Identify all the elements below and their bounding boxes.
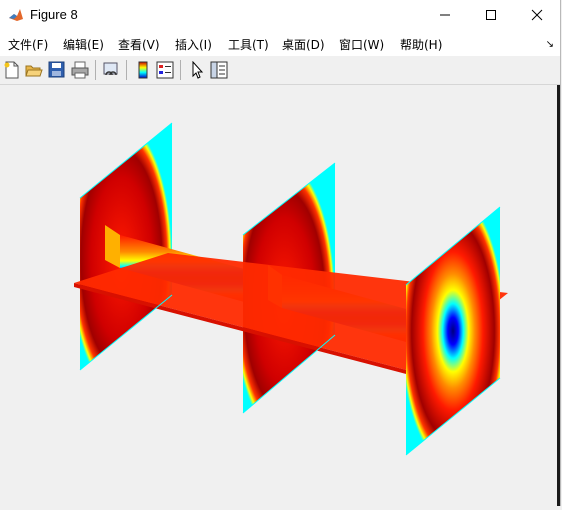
link-plot-icon	[103, 62, 118, 76]
open-file-icon	[25, 65, 43, 77]
window-title: Figure 8	[30, 7, 78, 22]
close-icon	[531, 9, 543, 21]
slice-plot[interactable]	[0, 85, 557, 506]
slice-right	[406, 207, 500, 455]
new-figure-button[interactable]	[1, 59, 23, 81]
figure-window: Figure 8 文件(F) 编辑(E) 查看(V) 插入(I) 工具(T) 桌…	[0, 0, 561, 506]
property-inspector-button[interactable]	[208, 59, 230, 81]
maximize-button[interactable]	[468, 0, 514, 31]
insert-colorbar-button[interactable]	[132, 59, 154, 81]
insert-legend-icon	[156, 61, 174, 79]
toolbar-separator	[126, 60, 127, 80]
maximize-icon	[486, 10, 496, 20]
link-plot-button[interactable]	[100, 59, 122, 81]
print-icon	[71, 61, 89, 79]
menu-bar: 文件(F) 编辑(E) 查看(V) 插入(I) 工具(T) 桌面(D) 窗口(W…	[0, 31, 560, 56]
edit-plot-icon	[192, 61, 204, 79]
matlab-logo-icon	[8, 7, 24, 23]
menu-tools[interactable]: 工具(T)	[228, 36, 269, 53]
minimize-button[interactable]	[422, 0, 468, 31]
title-bar[interactable]: Figure 8	[0, 0, 560, 31]
close-button[interactable]	[514, 0, 560, 31]
minimize-icon	[440, 14, 450, 16]
save-button[interactable]	[46, 59, 68, 81]
menu-help[interactable]: 帮助(H)	[400, 36, 442, 53]
menu-window[interactable]: 窗口(W)	[339, 36, 384, 53]
toolbar-separator	[180, 60, 181, 80]
insert-colorbar-icon	[138, 61, 148, 79]
save-icon	[48, 61, 65, 78]
new-figure-icon	[4, 61, 19, 79]
toolbar-separator	[95, 60, 96, 80]
menu-insert[interactable]: 插入(I)	[175, 36, 212, 53]
menu-desktop[interactable]: 桌面(D)	[282, 36, 325, 53]
print-button[interactable]	[69, 59, 91, 81]
open-file-button[interactable]	[23, 59, 45, 81]
property-inspector-icon	[210, 61, 228, 79]
figure-toolbar	[0, 56, 560, 85]
menu-edit[interactable]: 编辑(E)	[63, 36, 104, 53]
menu-file[interactable]: 文件(F)	[8, 36, 48, 53]
edit-plot-button[interactable]	[186, 59, 208, 81]
figure-canvas[interactable]	[0, 85, 560, 506]
undock-arrow-icon[interactable]: ↘	[546, 39, 554, 50]
window-edge	[557, 85, 560, 506]
menu-view[interactable]: 查看(V)	[118, 36, 160, 53]
insert-legend-button[interactable]	[154, 59, 176, 81]
